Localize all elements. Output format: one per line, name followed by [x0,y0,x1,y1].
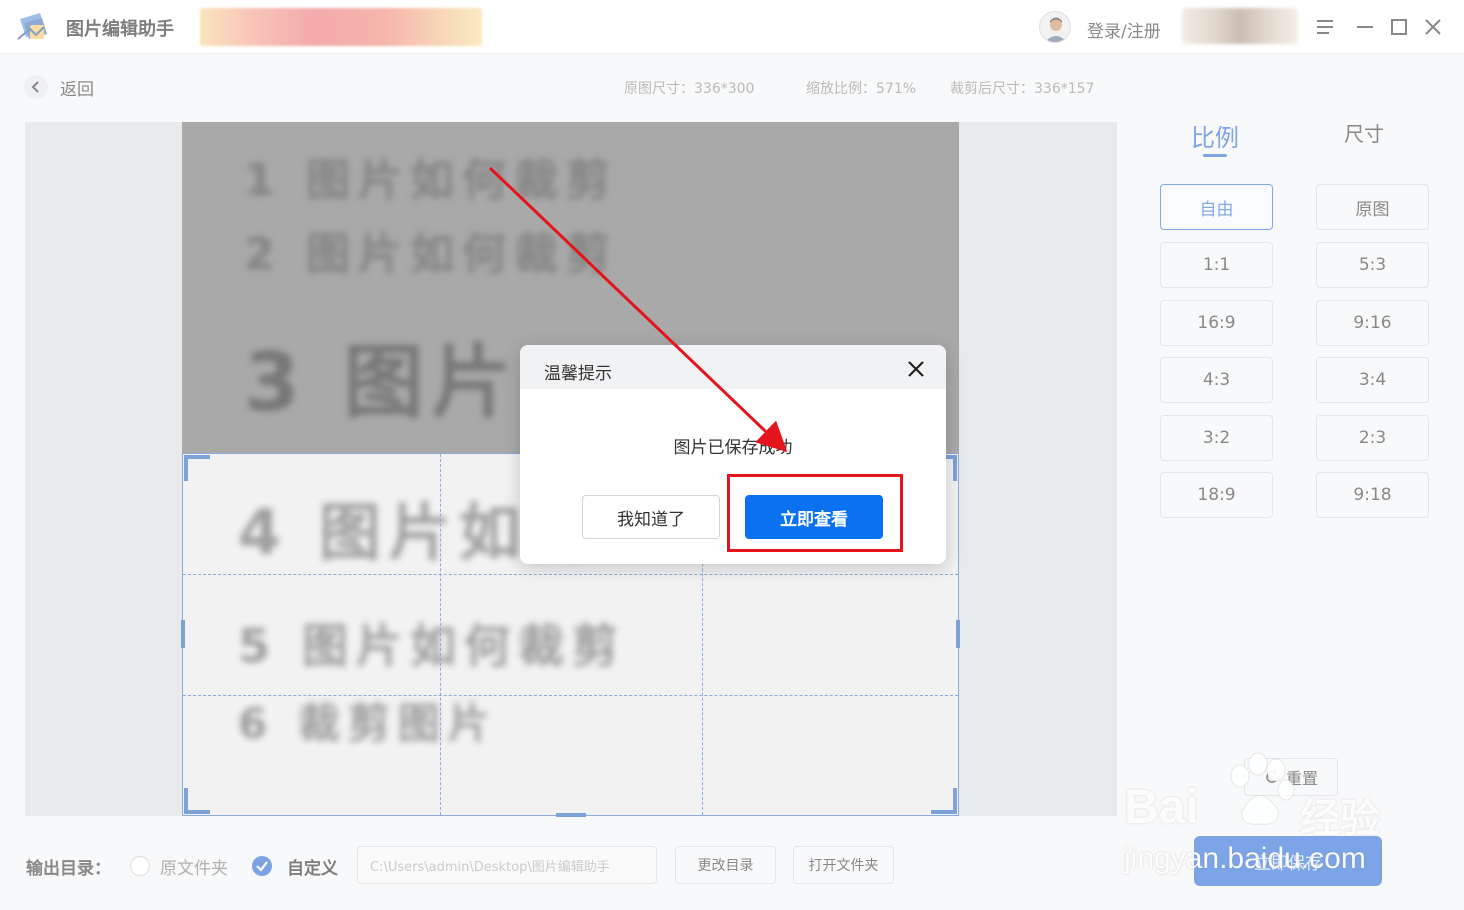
arrow-annotation-icon [488,166,788,453]
